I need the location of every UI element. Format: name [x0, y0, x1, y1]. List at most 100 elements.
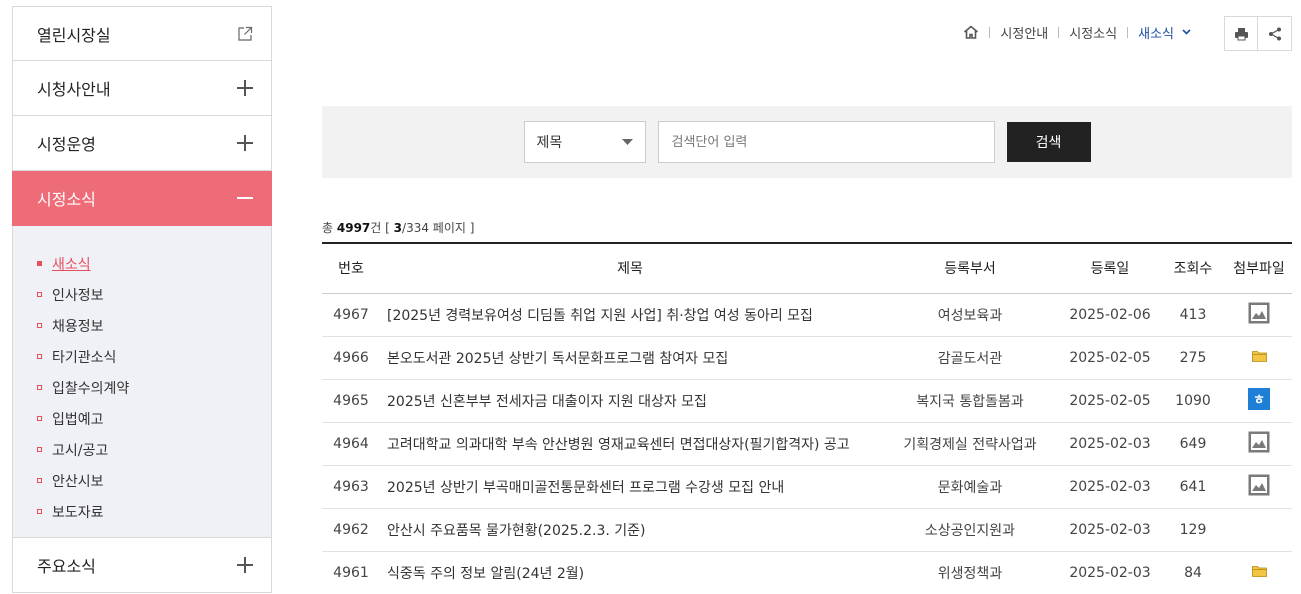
cell-department: 문화예술과 — [880, 465, 1060, 509]
folder-file-icon[interactable] — [1251, 565, 1267, 581]
cell-title-link[interactable]: 2025년 상반기 부곡매미골전통문화센터 프로그램 수강생 모집 안내 — [380, 465, 880, 509]
cell-department: 감골도서관 — [880, 336, 1060, 380]
sidebar-item-city-hall-guide[interactable]: 시청사안내 — [12, 61, 272, 116]
cell-title-link[interactable]: 고려대학교 의과대학 부속 안산병원 영재교육센터 면접대상자(필기합격자) 공… — [380, 422, 880, 466]
chevron-down-icon — [1182, 29, 1191, 35]
submenu-item-city-bulletin[interactable]: 안산시보 — [37, 465, 271, 496]
cell-title-link[interactable]: [2025년 경력보유여성 디딤돌 취업 지원 사업] 취·창업 여성 동아리 … — [380, 293, 880, 337]
bullet-icon — [37, 292, 42, 297]
search-field-select[interactable]: 제목 — [523, 121, 646, 163]
cell-attachment: ㅎ — [1226, 379, 1292, 423]
header-date: 등록일 — [1060, 242, 1160, 294]
cell-number: 4964 — [322, 422, 380, 466]
cell-date: 2025-02-05 — [1060, 336, 1160, 380]
cell-number: 4962 — [322, 508, 380, 552]
submenu-item-notices[interactable]: 고시/공고 — [37, 434, 271, 465]
cell-date: 2025-02-03 — [1060, 508, 1160, 552]
bullet-icon — [37, 323, 42, 328]
table-row[interactable]: 4963 2025년 상반기 부곡매미골전통문화센터 프로그램 수강생 모집 안내… — [322, 465, 1292, 509]
breadcrumb-current[interactable]: 새소식 — [1138, 23, 1191, 42]
image-file-icon[interactable] — [1248, 431, 1270, 457]
table-row[interactable]: 4961 식중독 주의 정보 알림(24년 2월) 위생정책과 2025-02-03 8… — [322, 551, 1292, 594]
submenu-item-bidding[interactable]: 입찰수의계약 — [37, 372, 271, 403]
table-row[interactable]: 4962 안산시 주요품목 물가현황(2025.2.3. 기준) 소상공인지원과 20… — [322, 508, 1292, 552]
plus-icon — [237, 135, 253, 151]
cell-number: 4967 — [322, 293, 380, 337]
cell-department: 복지국 통합돌봄과 — [880, 379, 1060, 423]
submenu: 새소식 인사정보 채용정보 타기관소식 입찰수의계약 입법예고 고시/공고 안산… — [12, 226, 272, 538]
breadcrumb-separator — [1058, 26, 1060, 38]
search-box: 제목 검색 — [322, 106, 1292, 178]
sidebar-item-label: 시정운영 — [37, 135, 96, 154]
breadcrumb: 시정안내 시정소식 새소식 — [963, 22, 1191, 42]
print-button[interactable] — [1224, 16, 1258, 51]
breadcrumb-item[interactable]: 시정소식 — [1069, 23, 1117, 42]
sidebar-item-major-news[interactable]: 주요소식 — [12, 538, 272, 593]
submenu-item-recruit[interactable]: 채용정보 — [37, 310, 271, 341]
submenu-item-personnel[interactable]: 인사정보 — [37, 279, 271, 310]
total-count: 4997 — [336, 221, 371, 235]
bullet-icon — [37, 509, 42, 514]
image-file-icon[interactable] — [1248, 302, 1270, 328]
cell-date: 2025-02-06 — [1060, 293, 1160, 337]
table-row[interactable]: 4967 [2025년 경력보유여성 디딤돌 취업 지원 사업] 취·창업 여성 … — [322, 293, 1292, 337]
cell-department: 위생정책과 — [880, 551, 1060, 594]
sidebar-item-label: 열린시장실 — [37, 25, 111, 45]
home-icon[interactable] — [963, 25, 979, 39]
sidebar-item-mayor-room[interactable]: 열린시장실 — [12, 6, 272, 61]
search-button[interactable]: 검색 — [1006, 122, 1091, 162]
cell-title-link[interactable]: 식중독 주의 정보 알림(24년 2월) — [380, 551, 880, 594]
plus-icon — [237, 557, 253, 573]
share-icon — [1268, 27, 1281, 40]
cell-department: 소상공인지원과 — [880, 508, 1060, 552]
total-pages: /334 페이지 — [402, 221, 466, 235]
sidebar-item-label: 시청사안내 — [37, 80, 111, 99]
cell-attachment — [1226, 336, 1292, 380]
cell-views: 275 — [1160, 336, 1226, 380]
table-row[interactable]: 4964 고려대학교 의과대학 부속 안산병원 영재교육센터 면접대상자(필기합격… — [322, 422, 1292, 466]
caret-down-icon — [621, 139, 633, 145]
share-button[interactable] — [1258, 16, 1292, 51]
sidebar-item-label: 시정소식 — [37, 190, 96, 209]
page-tools — [1224, 16, 1292, 51]
cell-title-link[interactable]: 본오도서관 2025년 상반기 독서문화프로그램 참여자 모집 — [380, 336, 880, 380]
bullet-icon — [37, 354, 42, 359]
plus-icon — [237, 80, 253, 96]
cell-date: 2025-02-05 — [1060, 379, 1160, 423]
table-row[interactable]: 4965 2025년 신혼부부 전세자금 대출이자 지원 대상자 모집 복지국 통합… — [322, 379, 1292, 423]
cell-number: 4961 — [322, 551, 380, 594]
cell-date: 2025-02-03 — [1060, 551, 1160, 594]
sidebar-item-city-administration[interactable]: 시정운영 — [12, 116, 272, 171]
cell-title-link[interactable]: 안산시 주요품목 물가현황(2025.2.3. 기준) — [380, 508, 880, 552]
search-input[interactable] — [657, 121, 995, 163]
select-value: 제목 — [536, 135, 563, 151]
submenu-item-legislation[interactable]: 입법예고 — [37, 403, 271, 434]
hwp-file-icon[interactable]: ㅎ — [1248, 387, 1270, 414]
folder-file-icon[interactable] — [1251, 350, 1267, 366]
cell-attachment — [1226, 508, 1292, 552]
breadcrumb-separator — [1127, 26, 1129, 38]
cell-attachment — [1226, 422, 1292, 466]
cell-views: 413 — [1160, 293, 1226, 337]
bullet-icon — [37, 478, 42, 483]
news-table: 번호 제목 등록부서 등록일 조회수 첨부파일 4967 [2025년 경력보유여… — [322, 242, 1292, 594]
breadcrumb-separator — [989, 26, 991, 38]
submenu-item-other-agencies[interactable]: 타기관소식 — [37, 341, 271, 372]
table-row[interactable]: 4966 본오도서관 2025년 상반기 독서문화프로그램 참여자 모집 감골도서관… — [322, 336, 1292, 380]
cell-date: 2025-02-03 — [1060, 465, 1160, 509]
cell-title-link[interactable]: 2025년 신혼부부 전세자금 대출이자 지원 대상자 모집 — [380, 379, 880, 423]
header-title: 제목 — [380, 242, 880, 294]
cell-attachment — [1226, 551, 1292, 594]
sidebar-item-city-news[interactable]: 시정소식 — [12, 171, 272, 226]
breadcrumb-item[interactable]: 시정안내 — [1000, 23, 1048, 42]
submenu-item-news[interactable]: 새소식 — [37, 248, 271, 279]
cell-number: 4963 — [322, 465, 380, 509]
cell-views: 84 — [1160, 551, 1226, 594]
header-department: 등록부서 — [880, 242, 1060, 294]
cell-views: 129 — [1160, 508, 1226, 552]
cell-number: 4966 — [322, 336, 380, 380]
cell-attachment — [1226, 465, 1292, 509]
cell-department: 기획경제실 전략사업과 — [880, 422, 1060, 466]
image-file-icon[interactable] — [1248, 474, 1270, 500]
submenu-item-press[interactable]: 보도자료 — [37, 496, 271, 527]
